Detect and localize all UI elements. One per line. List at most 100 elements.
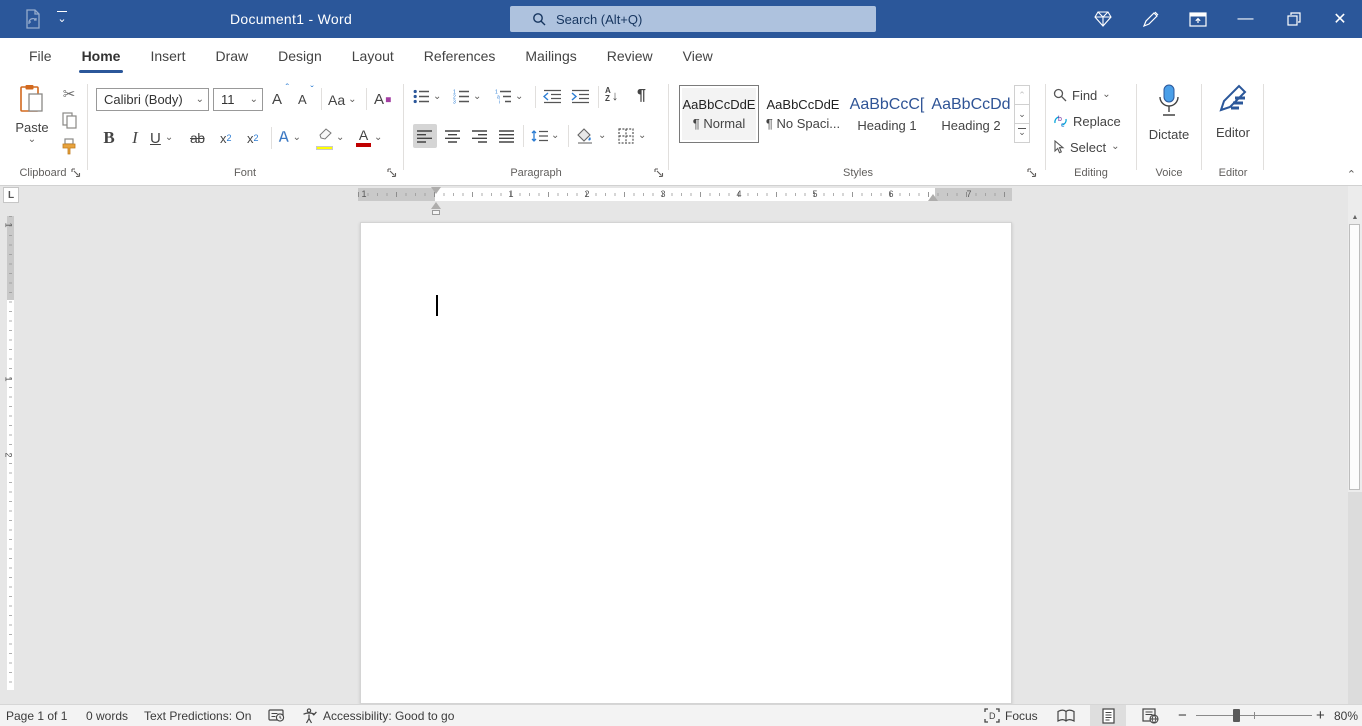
underline-dropdown-icon[interactable]: ⌄ [165, 133, 173, 143]
dictate-button[interactable]: Dictate [1143, 84, 1195, 168]
ribbon-display-options-icon[interactable] [1174, 0, 1221, 38]
minimize-button[interactable]: — [1222, 0, 1269, 38]
zoom-out-button[interactable]: − [1172, 705, 1193, 726]
numbering-dropdown-icon[interactable]: ⌄ [473, 92, 481, 102]
right-indent-marker[interactable] [928, 194, 938, 201]
left-indent-marker[interactable] [432, 210, 440, 215]
align-center-button[interactable] [441, 124, 465, 148]
strikethrough-button[interactable]: ab [190, 126, 205, 150]
search-box[interactable] [510, 6, 876, 32]
show-formatting-marks-button[interactable]: ¶ [637, 87, 646, 105]
styles-scroll-up-button[interactable]: ⌃ [1015, 86, 1029, 105]
copy-button[interactable] [56, 108, 82, 132]
line-spacing-dropdown-icon[interactable]: ⌄ [551, 131, 559, 141]
highlight-button[interactable]: ⌄ [316, 126, 344, 150]
bold-button[interactable]: B [100, 126, 118, 150]
justify-button[interactable] [495, 124, 519, 148]
zoom-slider-thumb[interactable] [1233, 709, 1240, 722]
align-left-button[interactable] [413, 124, 437, 148]
restore-button[interactable] [1270, 0, 1317, 38]
vertical-scrollbar[interactable]: ▲ [1348, 186, 1362, 704]
first-line-indent-marker[interactable] [431, 187, 441, 194]
page-indicator[interactable]: Page 1 of 1 [0, 705, 73, 726]
tab-insert[interactable]: Insert [135, 38, 200, 76]
change-case-button[interactable]: Aa⌄ [328, 88, 357, 111]
style-heading-1[interactable]: AaBbCcC[ Heading 1 [847, 85, 927, 143]
font-family-select[interactable]: Calibri (Body) ⌄ [96, 88, 209, 111]
styles-dialog-launcher[interactable] [1025, 166, 1038, 179]
bullets-button[interactable]: ⌄ [413, 89, 441, 104]
styles-scroll-down-button[interactable]: ⌄ [1015, 105, 1029, 124]
borders-dropdown-icon[interactable]: ⌄ [638, 131, 646, 141]
autosave-icon[interactable] [24, 9, 42, 34]
sort-button[interactable]: AZ ↓ [605, 87, 618, 103]
shading-button[interactable]: ⌄ [576, 124, 606, 148]
increase-indent-button[interactable] [571, 89, 590, 104]
tab-file[interactable]: File [14, 38, 67, 76]
search-input[interactable] [556, 12, 836, 27]
bullets-dropdown-icon[interactable]: ⌄ [433, 92, 441, 102]
shrink-font-button[interactable]: Aˇ [298, 88, 307, 111]
vertical-ruler[interactable]: 1 1 2 [7, 216, 14, 690]
shading-dropdown-icon[interactable]: ⌄ [598, 131, 606, 141]
hanging-indent-marker[interactable] [431, 202, 441, 209]
style-no-spacing[interactable]: AaBbCcDdE ¶ No Spaci... [763, 85, 843, 143]
text-predictions-icon[interactable] [262, 705, 291, 726]
line-spacing-button[interactable]: ⌄ [531, 124, 559, 148]
clipboard-dialog-launcher[interactable] [69, 166, 82, 179]
font-size-select[interactable]: 11 ⌄ [213, 88, 263, 111]
style-normal[interactable]: AaBbCcDdE ¶ Normal [679, 85, 759, 143]
decrease-indent-button[interactable] [543, 89, 562, 104]
text-effects-button[interactable]: A⌄ [278, 126, 301, 150]
editor-button[interactable]: Editor [1207, 84, 1259, 168]
web-layout-button[interactable] [1132, 705, 1168, 726]
replace-button[interactable]: bc Replace [1053, 110, 1121, 132]
paragraph-dialog-launcher[interactable] [652, 166, 665, 179]
font-color-dropdown-icon[interactable]: ⌄ [374, 133, 382, 143]
italic-button[interactable]: I [128, 126, 142, 150]
tab-stop-selector[interactable]: L [3, 187, 19, 203]
collapse-ribbon-button[interactable]: ⌃ [1347, 168, 1356, 181]
cut-button[interactable]: ✂ [56, 82, 82, 106]
format-painter-button[interactable] [56, 134, 82, 158]
read-mode-button[interactable] [1048, 705, 1084, 726]
inking-pen-icon[interactable] [1127, 0, 1174, 38]
horizontal-ruler[interactable]: 1 1 2 3 4 5 6 7 [358, 188, 1012, 201]
scroll-up-button[interactable]: ▲ [1348, 210, 1362, 224]
text-effects-dropdown-icon[interactable]: ⌄ [293, 133, 301, 143]
multilevel-list-button[interactable]: 1ai ⌄ [495, 89, 523, 104]
select-button[interactable]: Select ⌄ [1053, 136, 1120, 158]
align-right-button[interactable] [468, 124, 492, 148]
premium-diamond-icon[interactable] [1079, 0, 1126, 38]
subscript-button[interactable]: x2 [220, 126, 232, 150]
styles-more-button[interactable]: ⌄ [1015, 124, 1029, 142]
tab-home[interactable]: Home [67, 38, 136, 76]
accessibility-status[interactable]: Accessibility: Good to go [296, 705, 460, 726]
paste-button[interactable]: Paste ⌄ [8, 84, 56, 176]
scrollbar-thumb[interactable] [1349, 224, 1360, 490]
multilevel-dropdown-icon[interactable]: ⌄ [515, 92, 523, 102]
highlight-dropdown-icon[interactable]: ⌄ [336, 133, 344, 143]
print-layout-button[interactable] [1090, 705, 1126, 726]
tab-view[interactable]: View [668, 38, 728, 76]
font-color-button[interactable]: A ⌄ [356, 126, 382, 150]
focus-mode-button[interactable]: D Focus [978, 705, 1044, 726]
font-dialog-launcher[interactable] [385, 166, 398, 179]
clear-formatting-button[interactable]: A◆ [374, 88, 392, 111]
quick-access-toolbar-menu-icon[interactable]: ⌄ [55, 11, 69, 25]
tab-mailings[interactable]: Mailings [510, 38, 591, 76]
tab-references[interactable]: References [409, 38, 511, 76]
find-button[interactable]: Find ⌄ [1053, 84, 1111, 106]
underline-button[interactable]: U⌄ [150, 126, 173, 150]
text-predictions-toggle[interactable]: Text Predictions: On [138, 705, 257, 726]
zoom-level[interactable]: 80% [1328, 705, 1362, 726]
tab-layout[interactable]: Layout [337, 38, 409, 76]
document-page[interactable] [360, 222, 1012, 704]
style-heading-2[interactable]: AaBbCcDd Heading 2 [931, 85, 1011, 143]
paste-dropdown-icon[interactable]: ⌄ [28, 135, 36, 145]
superscript-button[interactable]: x2 [247, 126, 259, 150]
select-dropdown-icon[interactable]: ⌄ [1111, 142, 1119, 152]
numbering-button[interactable]: 123 ⌄ [453, 89, 481, 104]
find-dropdown-icon[interactable]: ⌄ [1102, 90, 1110, 100]
borders-button[interactable]: ⌄ [618, 124, 646, 148]
